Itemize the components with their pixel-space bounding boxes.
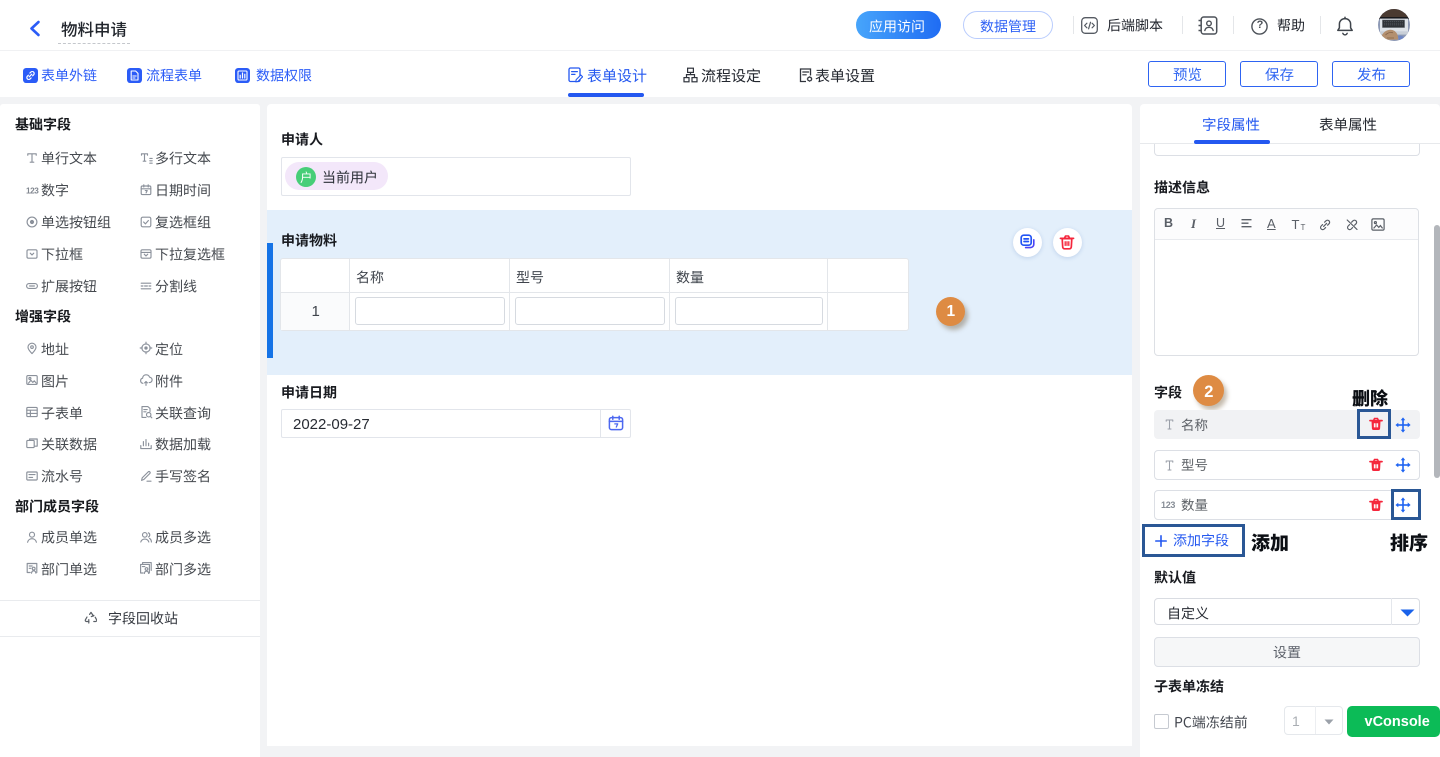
svg-text:123: 123 — [26, 186, 39, 195]
